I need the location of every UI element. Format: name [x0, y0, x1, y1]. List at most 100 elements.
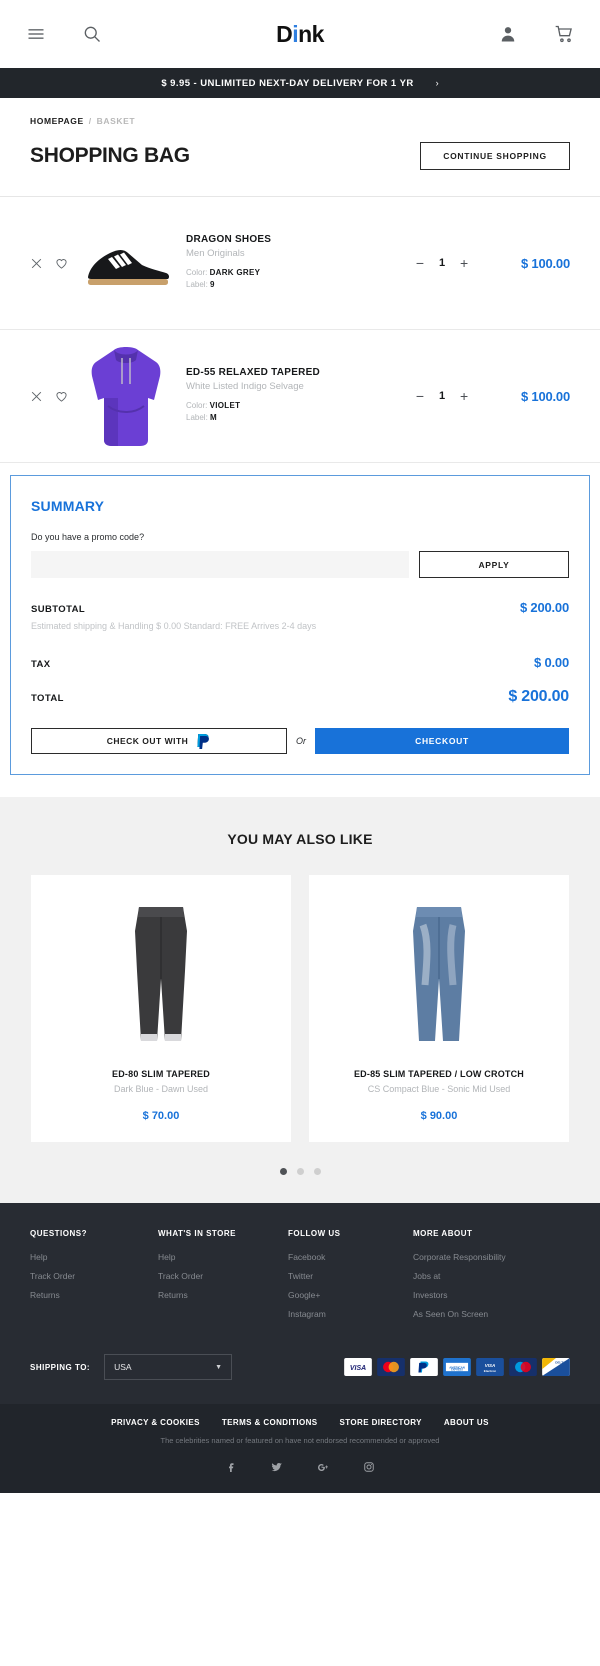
cart-item-image-hoodie [78, 346, 174, 446]
color-label: Color: [186, 268, 208, 277]
footer-link[interactable]: Returns [30, 1290, 158, 1300]
apply-promo-button[interactable]: APPLY [419, 551, 569, 578]
quantity-value: 1 [438, 390, 446, 402]
product-image-dark-jeans [41, 891, 281, 1061]
checkout-buttons-row: CHECK OUT WITH Or CHECKOUT [31, 728, 569, 754]
footer-link[interactable]: Track Order [158, 1271, 288, 1281]
breadcrumb-separator: / [88, 116, 92, 126]
subtotal-row: SUBTOTAL $ 200.00 [31, 600, 569, 615]
legal-link-store-directory[interactable]: STORE DIRECTORY [340, 1418, 422, 1427]
tax-row: TAX $ 0.00 [31, 655, 569, 670]
footer-column-heading: QUESTIONS? [30, 1229, 88, 1238]
paypal-button-label: CHECK OUT WITH [106, 736, 189, 746]
or-divider-label: Or [296, 736, 306, 746]
summary-panel: SUMMARY Do you have a promo code? APPLY … [10, 475, 590, 775]
footer-link[interactable]: Track Order [30, 1271, 158, 1281]
legal-link-privacy[interactable]: PRIVACY & COOKIES [111, 1418, 200, 1427]
visa-icon: VISA [344, 1358, 372, 1376]
shipping-note: Estimated shipping & Handling $ 0.00 Sta… [31, 621, 317, 631]
footer-link[interactable]: Corporate Responsibility [413, 1252, 570, 1262]
promo-code-question: Do you have a promo code? [31, 532, 145, 542]
subtotal-label: SUBTOTAL [31, 604, 86, 615]
footer-link[interactable]: Investors [413, 1290, 570, 1300]
chevron-down-icon: ▼ [215, 1363, 223, 1371]
payment-method-icons: VISA AMERICAN EXPRESS VISA Electron DELT… [344, 1358, 570, 1376]
tax-label: TAX [31, 659, 51, 670]
checkout-button[interactable]: CHECKOUT [315, 728, 569, 754]
color-value: DARK GREY [209, 268, 261, 277]
promo-banner[interactable]: $ 9.95 - UNLIMITED NEXT-DAY DELIVERY FOR… [0, 68, 600, 98]
social-media-icons [0, 1447, 600, 1487]
visa-electron-icon: VISA Electron [476, 1358, 504, 1376]
footer-link[interactable]: Twitter [288, 1271, 413, 1281]
legal-links: PRIVACY & COOKIES TERMS & CONDITIONS STO… [0, 1418, 600, 1427]
twitter-icon[interactable] [271, 1461, 283, 1473]
quantity-increase-button[interactable]: + [460, 256, 468, 270]
footer-link[interactable]: Help [158, 1252, 288, 1262]
search-icon[interactable] [82, 24, 102, 44]
cart-item-size-attribute: Label: 9 [186, 280, 388, 289]
footer-link[interactable]: Jobs at [413, 1271, 570, 1281]
brand-text-d: D [276, 20, 293, 47]
footer-link[interactable]: Facebook [288, 1252, 413, 1262]
product-card[interactable]: ED-85 SLIM TAPERED / LOW CROTCH CS Compa… [309, 875, 569, 1142]
svg-text:DELTA: DELTA [555, 1361, 566, 1365]
legal-link-terms[interactable]: TERMS & CONDITIONS [222, 1418, 318, 1427]
google-plus-icon[interactable] [317, 1461, 329, 1473]
shopping-cart-icon[interactable] [554, 24, 574, 44]
cart-item-info: DRAGON SHOES Men Originals Color: DARK G… [186, 234, 398, 292]
subtotal-value: $ 200.00 [519, 600, 569, 615]
size-label: Label: [186, 413, 208, 422]
save-to-wishlist-heart-icon[interactable] [55, 257, 68, 270]
footer-column-questions: QUESTIONS? Help Track Order Returns [30, 1229, 158, 1328]
hamburger-menu-icon[interactable] [26, 24, 46, 44]
footer: QUESTIONS? Help Track Order Returns WHAT… [0, 1203, 600, 1404]
product-price: $ 70.00 [142, 1110, 180, 1122]
total-row: TOTAL $ 200.00 [31, 688, 569, 706]
promo-code-input[interactable] [31, 551, 409, 578]
footer-column-heading: WHAT'S IN STORE [158, 1229, 236, 1238]
facebook-icon[interactable] [225, 1461, 237, 1473]
quantity-decrease-button[interactable]: − [416, 389, 424, 403]
cart-item-actions [30, 257, 78, 270]
cart-item-row: DRAGON SHOES Men Originals Color: DARK G… [0, 197, 600, 330]
svg-text:VISA: VISA [350, 1365, 366, 1372]
carousel-dots [0, 1168, 600, 1175]
total-value: $ 200.00 [508, 688, 569, 705]
tax-value: $ 0.00 [534, 655, 569, 670]
footer-link[interactable]: Returns [158, 1290, 288, 1300]
paypal-checkout-button[interactable]: CHECK OUT WITH [31, 728, 287, 754]
breadcrumb-home-link[interactable]: HOMEPAGE [30, 116, 84, 126]
size-label: Label: [186, 280, 208, 289]
color-label: Color: [186, 401, 208, 410]
footer-link[interactable]: As Seen On Screen [413, 1309, 570, 1319]
carousel-dot-1[interactable] [279, 1168, 287, 1175]
carousel-dot-3[interactable] [313, 1168, 321, 1175]
quantity-decrease-button[interactable]: − [416, 256, 424, 270]
quantity-increase-button[interactable]: + [460, 389, 468, 403]
cart-items-list: DRAGON SHOES Men Originals Color: DARK G… [0, 196, 600, 463]
continue-shopping-button[interactable]: CONTINUE SHOPPING [420, 142, 570, 170]
legal-link-about-us[interactable]: ABOUT US [444, 1418, 489, 1427]
footer-link[interactable]: Google+ [288, 1290, 413, 1300]
breadcrumb: HOMEPAGE / BASKET [0, 98, 600, 126]
chevron-right-icon[interactable]: › [436, 78, 439, 88]
cart-item-info: ED-55 RELAXED TAPERED White Listed Indig… [186, 367, 398, 425]
instagram-icon[interactable] [363, 1461, 375, 1473]
carousel-dot-2[interactable] [296, 1168, 304, 1175]
recommendations-section: YOU MAY ALSO LIKE ED-80 SLIM TAPERED Dar… [0, 797, 600, 1203]
remove-item-icon[interactable] [30, 257, 43, 270]
user-account-icon[interactable] [498, 24, 518, 44]
product-name: ED-85 SLIM TAPERED / LOW CROTCH [353, 1069, 525, 1079]
page-title-row: SHOPPING BAG CONTINUE SHOPPING [0, 126, 600, 196]
remove-item-icon[interactable] [30, 390, 43, 403]
shipping-country-select[interactable]: USA ▼ [104, 1354, 233, 1380]
product-card[interactable]: ED-80 SLIM TAPERED Dark Blue - Dawn Used… [31, 875, 291, 1142]
save-to-wishlist-heart-icon[interactable] [55, 390, 68, 403]
footer-link[interactable]: Help [30, 1252, 158, 1262]
footer-link[interactable]: Instagram [288, 1309, 413, 1319]
footer-link-columns: QUESTIONS? Help Track Order Returns WHAT… [30, 1229, 570, 1328]
svg-text:EXPRESS: EXPRESS [451, 1368, 463, 1371]
summary-title: SUMMARY [31, 498, 105, 514]
recommendations-title: YOU MAY ALSO LIKE [227, 831, 373, 847]
